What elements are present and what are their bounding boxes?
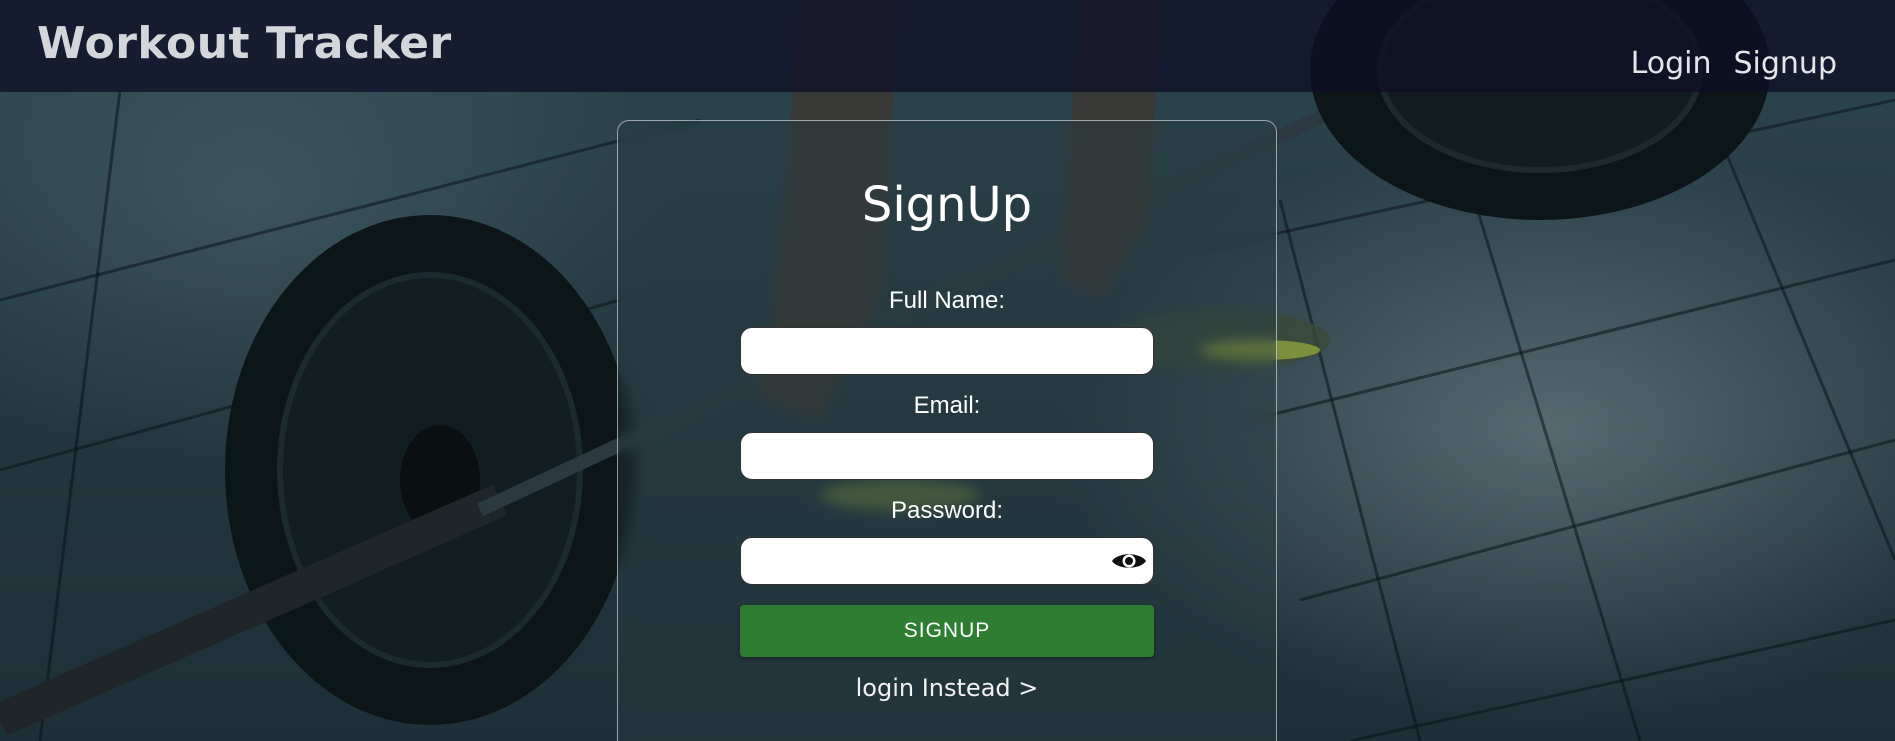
nav-login-link[interactable]: Login	[1631, 46, 1712, 81]
password-input[interactable]	[740, 537, 1154, 585]
login-instead-link[interactable]: login Instead >	[618, 674, 1276, 702]
full-name-label: Full Name:	[888, 287, 1006, 314]
eye-icon[interactable]	[1110, 549, 1148, 573]
email-input[interactable]	[740, 432, 1154, 480]
brand-title[interactable]: Workout Tracker	[37, 18, 452, 69]
nav-signup-link[interactable]: Signup	[1734, 46, 1838, 81]
signup-card: SignUp Full Name: Email: Password: SIGNU…	[617, 120, 1277, 741]
password-label: Password:	[890, 497, 1004, 524]
email-label: Email:	[913, 392, 981, 419]
signup-button[interactable]: SIGNUP	[740, 605, 1154, 657]
signup-title: SignUp	[861, 177, 1033, 233]
nav-links: Login Signup	[1631, 46, 1837, 81]
full-name-input[interactable]	[740, 327, 1154, 375]
top-navbar: Workout Tracker Login Signup	[0, 0, 1895, 92]
